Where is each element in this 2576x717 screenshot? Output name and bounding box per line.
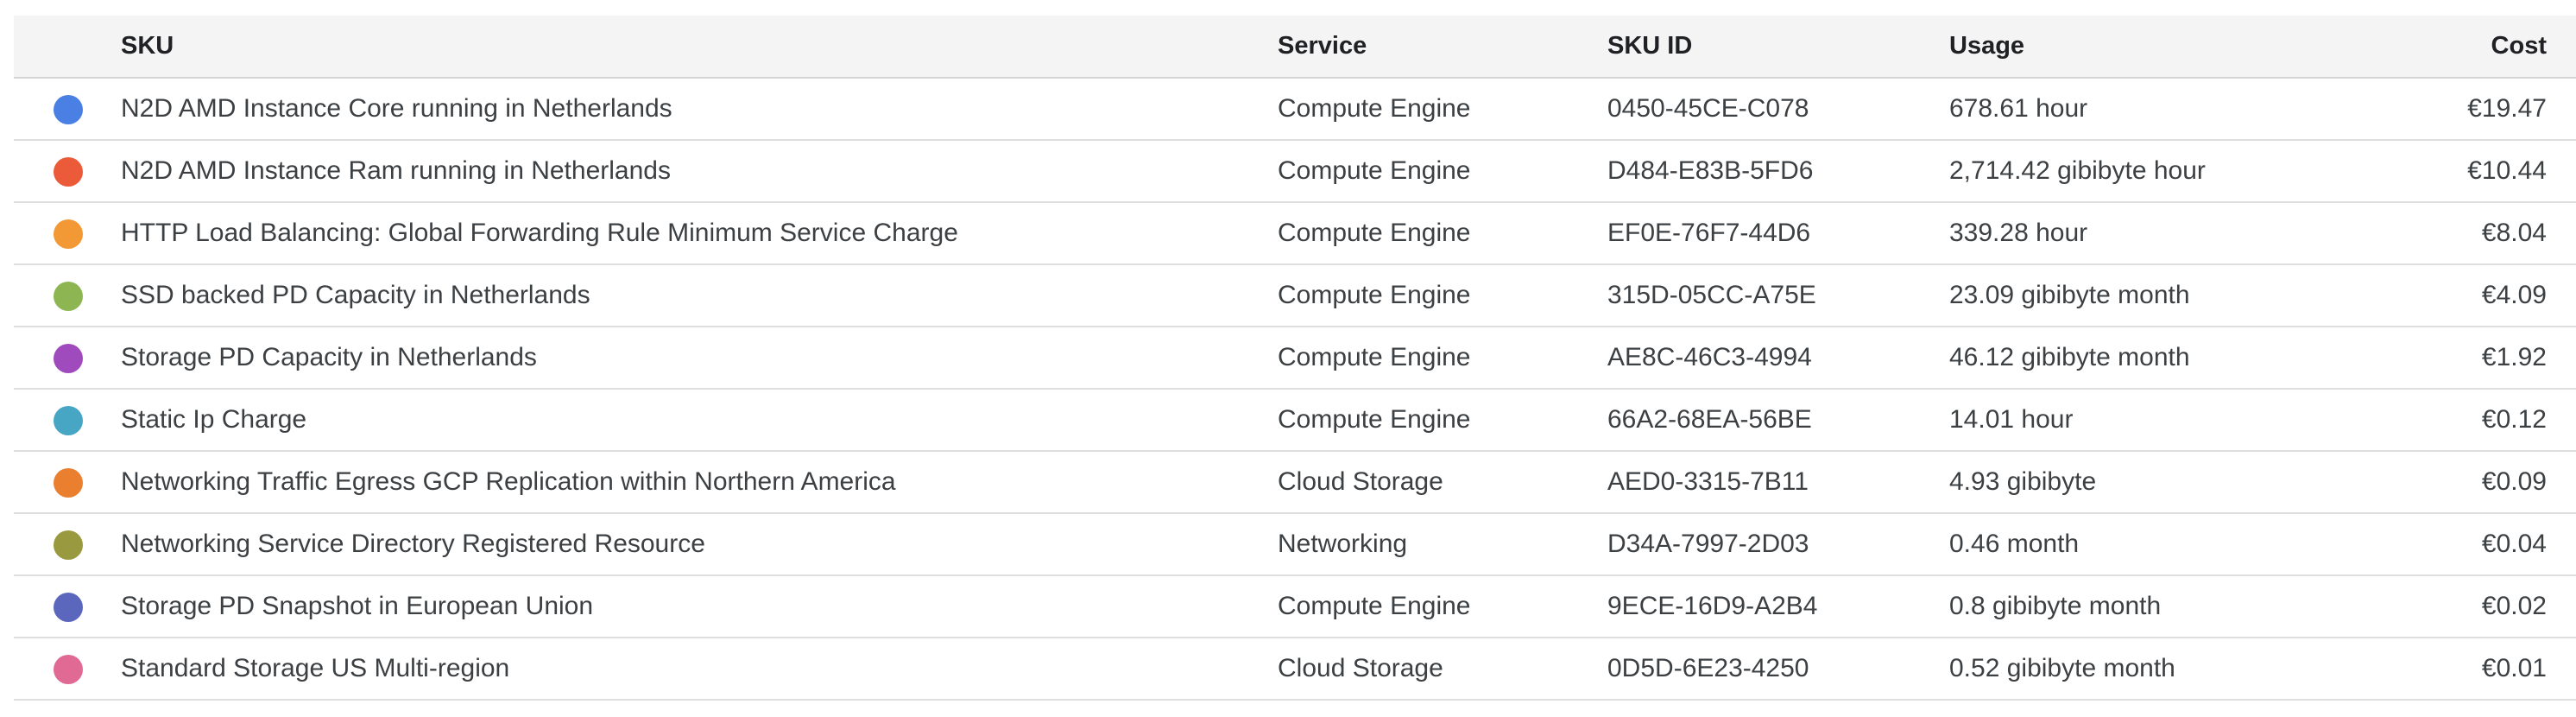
sku-id-cell: 66A2-68EA-56BE	[1607, 389, 1949, 452]
sku-cell: HTTP Load Balancing: Global Forwarding R…	[121, 202, 1278, 265]
service-cell: Networking	[1278, 513, 1607, 576]
table-row[interactable]: Networking Service Directory Registered …	[14, 513, 2576, 576]
sku-cell: Standard Storage US Multi-region	[121, 638, 1278, 701]
service-cell: Compute Engine	[1278, 78, 1607, 141]
service-cell: Compute Engine	[1278, 575, 1607, 638]
sku-id-cell: 315D-05CC-A75E	[1607, 264, 1949, 327]
sku-cost-table: SKU Service SKU ID Usage Cost N2D AMD In…	[14, 16, 2576, 701]
sku-cell: N2D AMD Instance Core running in Netherl…	[121, 78, 1278, 141]
cost-cell: €8.04	[2312, 202, 2576, 265]
swatch-cell	[14, 202, 121, 265]
table-row[interactable]: Networking Traffic Egress GCP Replicatio…	[14, 451, 2576, 514]
table-row[interactable]: SSD backed PD Capacity in Netherlands Co…	[14, 264, 2576, 327]
sku-id-cell: EF0E-76F7-44D6	[1607, 202, 1949, 265]
table-row[interactable]: Static Ip Charge Compute Engine 66A2-68E…	[14, 389, 2576, 452]
series-color-swatch	[54, 405, 83, 435]
swatch-cell	[14, 389, 121, 452]
sku-cell: Networking Service Directory Registered …	[121, 513, 1278, 576]
sku-id-cell: AE8C-46C3-4994	[1607, 327, 1949, 390]
series-color-swatch	[54, 219, 83, 249]
usage-cell: 0.52 gibibyte month	[1949, 638, 2312, 701]
usage-cell: 46.12 gibibyte month	[1949, 327, 2312, 390]
service-cell: Compute Engine	[1278, 140, 1607, 203]
swatch-cell	[14, 78, 121, 141]
header-service[interactable]: Service	[1278, 16, 1607, 79]
usage-cell: 678.61 hour	[1949, 78, 2312, 141]
header-sku-id[interactable]: SKU ID	[1607, 16, 1949, 79]
sku-cell: Storage PD Capacity in Netherlands	[121, 327, 1278, 390]
cost-cell: €0.09	[2312, 451, 2576, 514]
swatch-cell	[14, 327, 121, 390]
table-row[interactable]: HTTP Load Balancing: Global Forwarding R…	[14, 202, 2576, 265]
series-color-swatch	[54, 156, 83, 187]
sku-id-cell: D34A-7997-2D03	[1607, 513, 1949, 576]
sku-cell: Storage PD Snapshot in European Union	[121, 575, 1278, 638]
sku-id-cell: D484-E83B-5FD6	[1607, 140, 1949, 203]
table-row[interactable]: Storage PD Capacity in Netherlands Compu…	[14, 327, 2576, 390]
series-color-swatch	[54, 281, 83, 311]
cost-cell: €1.92	[2312, 327, 2576, 390]
usage-cell: 0.46 month	[1949, 513, 2312, 576]
usage-cell: 14.01 hour	[1949, 389, 2312, 452]
cost-cell: €0.02	[2312, 575, 2576, 638]
header-color-column	[14, 16, 121, 79]
table-row[interactable]: Standard Storage US Multi-region Cloud S…	[14, 638, 2576, 701]
table-row[interactable]: N2D AMD Instance Core running in Netherl…	[14, 78, 2576, 141]
series-color-swatch	[54, 530, 83, 560]
table-row[interactable]: Storage PD Snapshot in European Union Co…	[14, 575, 2576, 638]
usage-cell: 0.8 gibibyte month	[1949, 575, 2312, 638]
service-cell: Compute Engine	[1278, 389, 1607, 452]
cost-cell: €0.12	[2312, 389, 2576, 452]
sku-cell: Networking Traffic Egress GCP Replicatio…	[121, 451, 1278, 514]
sku-id-cell: 0450-45CE-C078	[1607, 78, 1949, 141]
series-color-swatch	[54, 592, 83, 622]
service-cell: Compute Engine	[1278, 202, 1607, 265]
table-header: SKU Service SKU ID Usage Cost	[14, 16, 2576, 79]
cost-cell: €4.09	[2312, 264, 2576, 327]
series-color-swatch	[54, 654, 83, 684]
usage-cell: 339.28 hour	[1949, 202, 2312, 265]
sku-cell: N2D AMD Instance Ram running in Netherla…	[121, 140, 1278, 203]
usage-cell: 23.09 gibibyte month	[1949, 264, 2312, 327]
service-cell: Compute Engine	[1278, 327, 1607, 390]
sku-cell: SSD backed PD Capacity in Netherlands	[121, 264, 1278, 327]
sku-id-cell: AED0-3315-7B11	[1607, 451, 1949, 514]
swatch-cell	[14, 140, 121, 203]
sku-id-cell: 9ECE-16D9-A2B4	[1607, 575, 1949, 638]
usage-cell: 4.93 gibibyte	[1949, 451, 2312, 514]
swatch-cell	[14, 451, 121, 514]
header-usage[interactable]: Usage	[1949, 16, 2312, 79]
series-color-swatch	[54, 467, 83, 498]
series-color-swatch	[54, 94, 83, 124]
swatch-cell	[14, 264, 121, 327]
header-row: SKU Service SKU ID Usage Cost	[14, 16, 2576, 79]
sku-cost-table-container: SKU Service SKU ID Usage Cost N2D AMD In…	[14, 16, 2576, 701]
table-body: N2D AMD Instance Core running in Netherl…	[14, 78, 2576, 701]
cost-cell: €0.04	[2312, 513, 2576, 576]
cost-cell: €10.44	[2312, 140, 2576, 203]
swatch-cell	[14, 638, 121, 701]
service-cell: Cloud Storage	[1278, 451, 1607, 514]
series-color-swatch	[54, 343, 83, 373]
swatch-cell	[14, 575, 121, 638]
cost-cell: €19.47	[2312, 78, 2576, 141]
cost-cell: €0.01	[2312, 638, 2576, 701]
table-row[interactable]: N2D AMD Instance Ram running in Netherla…	[14, 140, 2576, 203]
usage-cell: 2,714.42 gibibyte hour	[1949, 140, 2312, 203]
header-sku[interactable]: SKU	[121, 16, 1278, 79]
sku-cell: Static Ip Charge	[121, 389, 1278, 452]
service-cell: Cloud Storage	[1278, 638, 1607, 701]
swatch-cell	[14, 513, 121, 576]
sku-id-cell: 0D5D-6E23-4250	[1607, 638, 1949, 701]
header-cost[interactable]: Cost	[2312, 16, 2576, 79]
service-cell: Compute Engine	[1278, 264, 1607, 327]
